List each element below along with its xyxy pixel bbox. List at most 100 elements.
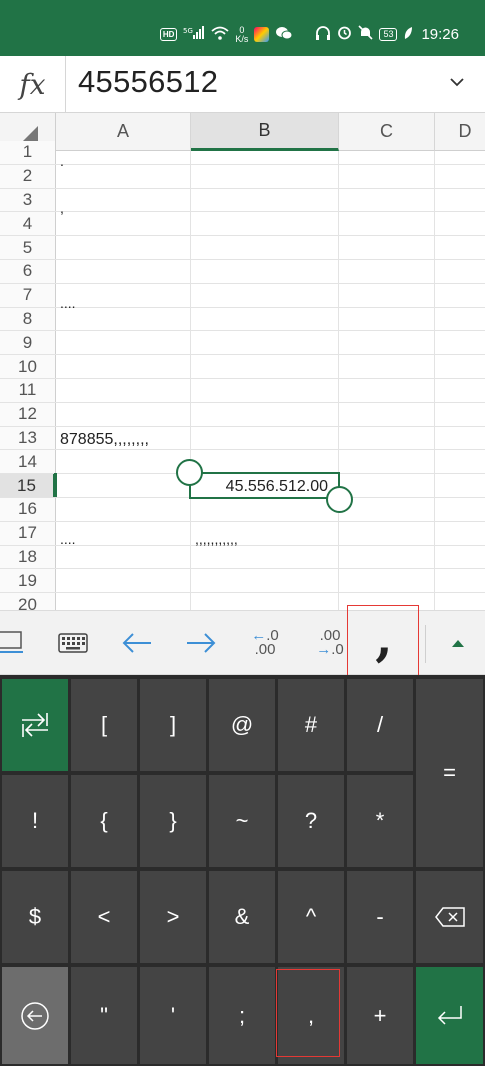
- table-row[interactable]: 14: [0, 450, 485, 475]
- row-header[interactable]: 16: [0, 498, 56, 521]
- table-row[interactable]: 12: [0, 402, 485, 427]
- table-row[interactable]: 5: [0, 236, 485, 260]
- arrow-left-icon: [122, 633, 151, 653]
- key-comma[interactable]: ,: [278, 967, 344, 1064]
- table-row[interactable]: 10: [0, 355, 485, 379]
- formula-input[interactable]: 45556512: [78, 64, 218, 100]
- row-header[interactable]: 11: [0, 379, 56, 402]
- decrease-decimal-bottom-text: .0: [331, 641, 344, 658]
- switch-arrows-icon: [22, 713, 48, 737]
- hd-badge: HD: [159, 28, 178, 41]
- row-header[interactable]: 18: [0, 545, 56, 569]
- keyboard-toggle-button[interactable]: [48, 611, 98, 675]
- row-header[interactable]: 8: [0, 307, 56, 331]
- key-double-quote[interactable]: ": [71, 967, 137, 1064]
- table-row[interactable]: 11: [0, 379, 485, 403]
- key-right-bracket[interactable]: ]: [140, 679, 206, 771]
- key-less-than[interactable]: <: [71, 871, 137, 963]
- table-row[interactable]: 8: [0, 307, 485, 332]
- cell-a7[interactable]: ....: [60, 295, 76, 311]
- keyboard-icon: [58, 633, 88, 653]
- key-minus[interactable]: -: [347, 871, 413, 963]
- chevron-down-icon[interactable]: [447, 72, 467, 92]
- enter-icon: [437, 1005, 462, 1025]
- key-equals[interactable]: =: [416, 679, 483, 867]
- decrease-decimal-icon: .00 →.0: [316, 628, 344, 658]
- table-row[interactable]: 19: [0, 569, 485, 594]
- increase-decimal-button[interactable]: ←.0 .00: [240, 611, 290, 675]
- table-row[interactable]: 16: [0, 498, 485, 522]
- table-row[interactable]: 18: [0, 545, 485, 570]
- selection-handle-start[interactable]: [176, 459, 203, 486]
- hide-keyboard-button[interactable]: [0, 611, 30, 675]
- selection-handle-end[interactable]: [326, 486, 353, 513]
- key-left-bracket[interactable]: [: [71, 679, 137, 771]
- key-plus[interactable]: +: [347, 967, 413, 1064]
- row-header[interactable]: 17: [0, 521, 56, 545]
- row-header[interactable]: 9: [0, 331, 56, 355]
- cell-a17[interactable]: ....: [60, 531, 76, 547]
- row-header[interactable]: 3: [0, 188, 56, 212]
- row-header[interactable]: 2: [0, 164, 56, 188]
- row-header[interactable]: 4: [0, 212, 56, 236]
- key-single-quote[interactable]: ': [140, 967, 206, 1064]
- row-header[interactable]: 20: [0, 593, 56, 610]
- key-asterisk[interactable]: *: [347, 775, 413, 867]
- row-header[interactable]: 12: [0, 402, 56, 426]
- key-right-brace[interactable]: }: [140, 775, 206, 867]
- row-header[interactable]: 15: [0, 474, 56, 497]
- table-row[interactable]: 2: [0, 164, 485, 189]
- row-header[interactable]: 14: [0, 450, 56, 474]
- app-root: HD 5G 0 K/s 53 19:26 fx 45556512 A B C D…: [0, 0, 485, 1066]
- spreadsheet-grid[interactable]: A B C D 1 2 3 4 5 6 7 8 9 10 11 12 13 14 15 16 17 18 19 20 …: [0, 113, 485, 610]
- cell-a1[interactable]: .: [60, 153, 64, 169]
- key-question[interactable]: ?: [278, 775, 344, 867]
- cell-b17[interactable]: ,,,,,,,,,,,: [195, 531, 238, 547]
- key-left-brace[interactable]: {: [71, 775, 137, 867]
- row-header[interactable]: 7: [0, 283, 56, 307]
- laptop-icon: [0, 631, 23, 653]
- back-key[interactable]: [2, 967, 68, 1064]
- table-row[interactable]: 9: [0, 331, 485, 356]
- active-cell-b15[interactable]: 45.556.512.00: [189, 472, 340, 499]
- decrease-decimal-bottom: →.0: [316, 641, 344, 658]
- move-right-button[interactable]: [176, 611, 226, 675]
- table-row[interactable]: 3: [0, 188, 485, 213]
- format-toolbar: ←.0 .00 .00 →.0 ,: [0, 605, 485, 677]
- signal-icon: 5G: [183, 25, 205, 44]
- key-tilde[interactable]: ~: [209, 775, 275, 867]
- row-header[interactable]: 1: [0, 141, 56, 164]
- table-row[interactable]: 1: [0, 141, 485, 165]
- cell-a13[interactable]: 878855,,,,,,,,: [60, 431, 149, 449]
- key-caret[interactable]: ^: [278, 871, 344, 963]
- arrow-right-small-icon: →: [316, 641, 332, 658]
- row-header[interactable]: 10: [0, 355, 56, 378]
- row-header[interactable]: 5: [0, 236, 56, 259]
- expand-toolbar-button[interactable]: [435, 611, 480, 675]
- key-at[interactable]: @: [209, 679, 275, 771]
- move-left-button[interactable]: [112, 611, 162, 675]
- wifi-icon: [211, 26, 230, 44]
- table-row[interactable]: 6: [0, 260, 485, 284]
- back-circle-icon: [21, 1001, 49, 1030]
- row-header[interactable]: 13: [0, 426, 56, 450]
- cell-a3[interactable]: ,: [60, 200, 64, 216]
- table-row[interactable]: 4: [0, 212, 485, 237]
- fx-button[interactable]: fx: [0, 56, 66, 113]
- key-greater-than[interactable]: >: [140, 871, 206, 963]
- enter-key[interactable]: [416, 967, 483, 1064]
- key-dollar[interactable]: $: [2, 871, 68, 963]
- status-bar: HD 5G 0 K/s 53 19:26: [0, 0, 485, 56]
- switch-keyboard-key[interactable]: [2, 679, 68, 771]
- net-speed: 0 K/s: [235, 25, 248, 44]
- increase-decimal-icon: ←.0 .00: [251, 628, 279, 657]
- comma-style-highlight: [347, 605, 419, 677]
- row-header[interactable]: 6: [0, 260, 56, 283]
- row-header[interactable]: 19: [0, 569, 56, 593]
- key-ampersand[interactable]: &: [209, 871, 275, 963]
- backspace-key[interactable]: [416, 871, 483, 963]
- key-hash[interactable]: #: [278, 679, 344, 771]
- key-exclamation[interactable]: !: [2, 775, 68, 867]
- key-slash[interactable]: /: [347, 679, 413, 771]
- key-semicolon[interactable]: ;: [209, 967, 275, 1064]
